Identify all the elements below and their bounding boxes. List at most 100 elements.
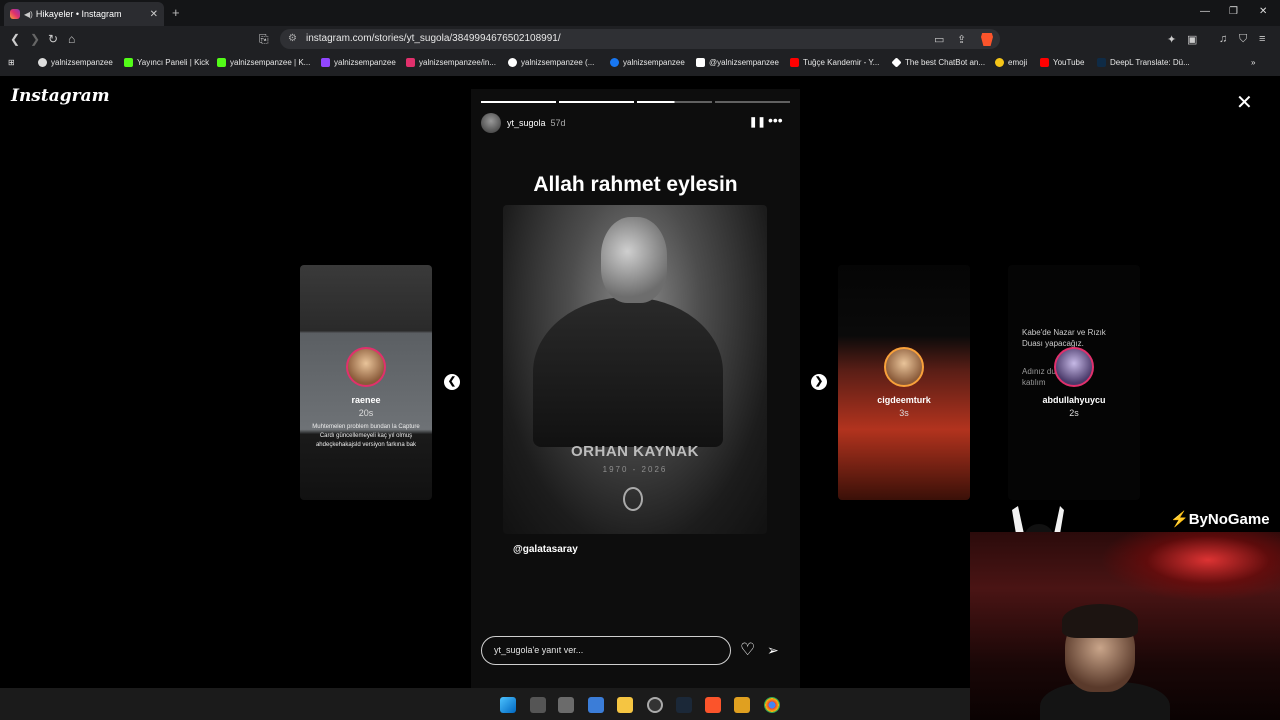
avatar (346, 347, 386, 387)
chrome-icon[interactable] (764, 697, 780, 713)
restore-icon[interactable]: ❐ (1229, 6, 1238, 17)
windows-start-icon[interactable] (500, 697, 516, 713)
side-story-time: 2s (1069, 408, 1079, 418)
site-settings-icon[interactable]: ⚙ (288, 29, 297, 49)
bookmark-item[interactable]: yalnizsempanzee (321, 58, 396, 67)
close-tab-icon[interactable]: ✕ (150, 9, 158, 20)
back-icon[interactable]: ❮ (10, 32, 20, 46)
bookmark-label: DeepL Translate: Dü... (1110, 58, 1190, 67)
bookmark-label: emoji (1008, 58, 1028, 67)
bookmarks-bar: ⊞ yalnizsempanzee Yayıncı Paneli | Kick … (0, 54, 1280, 74)
bookmark-label: yalnizsempanzee | K... (230, 58, 311, 67)
obs-icon[interactable] (647, 697, 663, 713)
youtube-icon (1040, 58, 1049, 67)
menu-icon[interactable]: ≡ (1259, 33, 1265, 45)
side-story-text: Muhtemelen problem bundan la Capture Car… (312, 424, 420, 448)
avatar[interactable] (481, 113, 501, 133)
url-bar[interactable]: ⚙ instagram.com/stories/yt_sugola/384999… (280, 29, 1000, 49)
media-player-icon[interactable] (734, 697, 750, 713)
side-story-time: 20s (358, 408, 374, 418)
progress-segment (559, 101, 634, 103)
story-photo: ORHAN KAYNAK 1970 - 2026 (503, 205, 767, 534)
side-story-time: 3s (899, 408, 909, 418)
speaker-icon: ◀) (24, 9, 33, 19)
minimize-icon[interactable]: — (1200, 6, 1210, 17)
photos-icon[interactable] (588, 697, 604, 713)
side-story-preview[interactable]: Kabe'de Nazar ve Rızık Duası yapacağız. … (1008, 265, 1140, 500)
deepl-icon (1097, 58, 1106, 67)
new-tab-icon[interactable]: + (172, 5, 180, 20)
bookmark-label: YouTube (1053, 58, 1085, 67)
emoji-icon (995, 58, 1004, 67)
bookmark-item[interactable]: Tuğçe Kandemir - Y... (790, 58, 879, 67)
instagram-favicon-icon (10, 9, 20, 19)
bookmark-item[interactable]: The best ChatBot an... (891, 57, 985, 68)
bookmark-label: yalnizsempanzee (51, 58, 113, 67)
youtube-icon (790, 58, 799, 67)
bookmark-item[interactable]: YouTube (1040, 58, 1084, 67)
bookmark-favicon-icon (38, 58, 47, 67)
side-story-preview[interactable]: cigdeemturk 3s (838, 265, 970, 500)
webcam-overlay (970, 532, 1280, 720)
reply-input[interactable]: yt_sugola'e yanıt ver... (481, 636, 731, 665)
bookmark-item[interactable]: yalnizsempanzee/in... (406, 58, 496, 67)
story-header: yt_sugola 57d (481, 113, 566, 133)
close-stories-icon[interactable]: ✕ (1236, 90, 1253, 115)
kick-icon (124, 58, 133, 67)
person-head (601, 217, 667, 303)
mention-sticker[interactable]: @galatasaray (513, 544, 578, 555)
story-caption: Allah rahmet eylesin (533, 173, 738, 196)
home-icon[interactable]: ⌂ (68, 32, 75, 46)
brave-taskbar-icon[interactable] (705, 697, 721, 713)
cast-icon[interactable]: ▭ (934, 33, 944, 46)
background-light (1100, 532, 1280, 602)
bynogame-watermark: ⚡ByNoGame (1170, 511, 1270, 528)
forward-icon[interactable]: ❯ (30, 32, 40, 46)
person-body (533, 297, 723, 447)
snipping-tool-icon[interactable] (558, 697, 574, 713)
bookmark-icon[interactable]: ⎘ (259, 32, 269, 47)
more-bookmarks-icon[interactable]: » (1251, 58, 1255, 67)
extensions-icon[interactable]: ✦ (1167, 33, 1176, 46)
vpn-icon[interactable]: ⛉ (1239, 33, 1247, 46)
tiktok-icon (508, 58, 517, 67)
reload-icon[interactable]: ↻ (48, 32, 58, 46)
share-icon[interactable]: ⇪ (957, 33, 966, 46)
address-row: ❮ ❯ ↻ ⌂ ⎘ ⚙ instagram.com/stories/yt_sug… (0, 26, 1280, 52)
progress-segment (637, 101, 712, 103)
story-viewer: yt_sugola 57d ❚❚ ••• Allah rahmet eylesi… (471, 89, 800, 688)
bookmark-label: Tuğçe Kandemir - Y... (803, 58, 880, 67)
bookmark-label: yalnizsempanzee (623, 58, 685, 67)
next-story-button[interactable]: ❯ (811, 374, 827, 390)
pause-icon[interactable]: ❚❚ (749, 117, 766, 128)
instagram-logo[interactable]: Instagram (11, 86, 110, 106)
kick-icon (217, 58, 226, 67)
side-story-username: raenee (351, 395, 381, 405)
bookmark-item[interactable]: yalnizsempanzee (38, 58, 113, 67)
steam-icon[interactable] (676, 697, 692, 713)
bookmark-label: @yalnizsempanzee (709, 58, 779, 67)
side-story-preview[interactable]: raenee 20s Muhtemelen problem bundan la … (300, 265, 432, 500)
file-explorer-icon[interactable] (617, 697, 633, 713)
chatbot-icon (891, 57, 902, 68)
media-icon[interactable]: ♫ (1219, 33, 1227, 45)
story-username[interactable]: yt_sugola (507, 118, 546, 128)
task-view-icon[interactable] (530, 697, 546, 713)
bookmark-item[interactable]: yalnizsempanzee | K... (217, 58, 310, 67)
send-icon[interactable]: ➢ (767, 642, 779, 659)
sidebar-icon[interactable]: ▣ (1187, 33, 1197, 46)
bookmark-item[interactable]: yalnizsempanzee (610, 58, 685, 67)
bookmark-item[interactable]: DeepL Translate: Dü... (1097, 58, 1190, 67)
bookmark-item[interactable]: @yalnizsempanzee (696, 58, 779, 67)
apps-icon[interactable]: ⊞ (8, 58, 15, 67)
previous-story-button[interactable]: ❮ (444, 374, 460, 390)
bookmark-item[interactable]: emoji (995, 58, 1027, 67)
bookmark-item[interactable]: Yayıncı Paneli | Kick (124, 58, 209, 67)
taskbar (0, 688, 970, 720)
more-options-icon[interactable]: ••• (768, 112, 783, 128)
browser-tab[interactable]: ◀) Hikayeler • Instagram ✕ (4, 2, 164, 26)
heart-icon[interactable]: ♡ (740, 640, 755, 660)
bookmark-item[interactable]: yalnizsempanzee (... (508, 58, 594, 67)
close-window-icon[interactable]: ✕ (1259, 6, 1267, 17)
url-text: instagram.com/stories/yt_sugola/38499946… (306, 33, 561, 44)
